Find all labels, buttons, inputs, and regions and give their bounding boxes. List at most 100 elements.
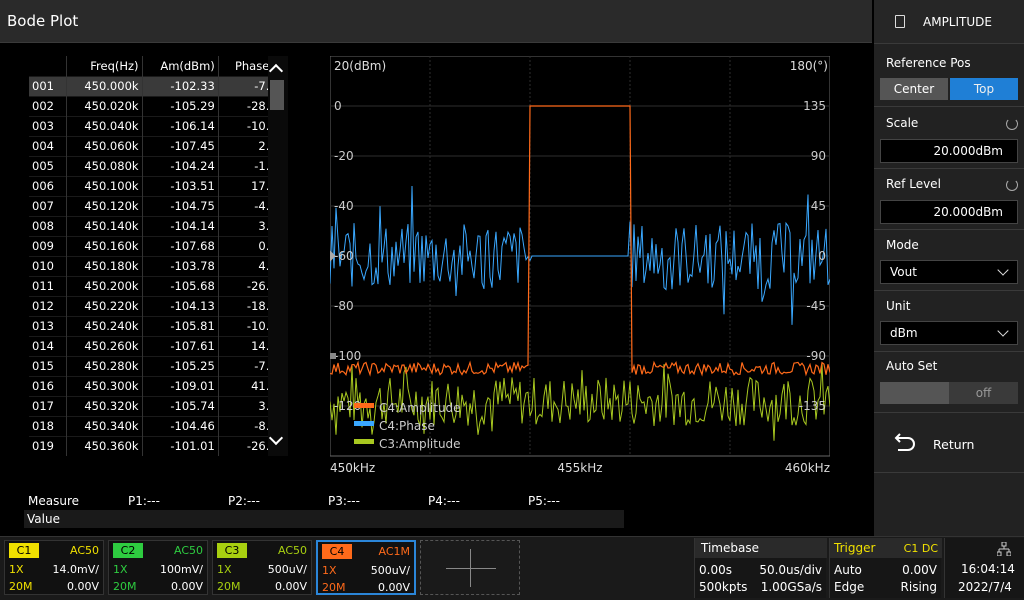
timebase-points: 500kpts	[699, 580, 748, 594]
channel-tag: C3	[217, 543, 247, 558]
left-tick-label: -80	[334, 299, 354, 313]
x-tick-label: 450kHz	[330, 461, 375, 475]
legend-swatch	[354, 439, 374, 444]
bode-chart[interactable]: 0 -20 -40 -60 -80 -100 -120 135 90 45 0 -45 -90 -135 2…	[324, 55, 831, 476]
clock-panel[interactable]: 16:04:14 2022/7/4	[944, 538, 1024, 598]
reset-icon[interactable]	[1006, 118, 1018, 130]
ref-top-button[interactable]: Top	[950, 78, 1018, 100]
channel-scale: 500uV/	[267, 563, 307, 576]
channel-probe: 1X	[9, 563, 24, 576]
title-bar: Bode Plot	[0, 0, 872, 43]
cell-index: 010	[29, 255, 67, 276]
cell-freq: 450.060k	[66, 135, 143, 156]
cell-index: 001	[29, 75, 67, 96]
scroll-up-icon[interactable]	[268, 63, 284, 79]
measure-p3: P3:---	[328, 494, 360, 508]
reset-icon[interactable]	[1006, 179, 1018, 191]
cell-index: 004	[29, 135, 67, 156]
cell-freq: 450.300k	[66, 375, 143, 396]
table-row[interactable]: 018450.340k-104.46-8.95	[29, 415, 289, 436]
channel-offset: 0.00V	[377, 581, 410, 594]
cell-freq: 450.320k	[66, 395, 143, 416]
table-row[interactable]: 012 450.220k -104.13 -18.46	[29, 295, 289, 316]
timebase-scale: 50.0us/div	[759, 563, 822, 577]
scroll-down-icon[interactable]	[268, 430, 284, 446]
channel-probe: 1X	[322, 564, 337, 577]
cell-freq: 450.220k	[66, 295, 143, 316]
return-button[interactable]: Return	[874, 420, 1024, 470]
table-row[interactable]: 010450.180k-103.784.20	[29, 255, 289, 276]
measure-label: Measure	[28, 494, 79, 508]
table-row[interactable]: 009450.160k-107.680.93	[29, 235, 289, 256]
measure-p2: P2:---	[228, 494, 260, 508]
table-row[interactable]: 014450.260k-107.6114.77	[29, 335, 289, 356]
table-scrollbar[interactable]	[268, 56, 288, 456]
mode-select[interactable]: Vout	[880, 260, 1018, 284]
table-row[interactable]: 019 450.360k -101.01 -26.86	[29, 435, 289, 456]
table-row[interactable]: 016450.300k-109.0141.99	[29, 375, 289, 396]
table-row[interactable]: 007450.120k-104.75-4.87	[29, 195, 289, 216]
trigger-panel[interactable]: Trigger C1 DC Auto 0.00V Edge Rising	[829, 538, 942, 598]
ref-center-button[interactable]: Center	[880, 78, 948, 100]
unit-label: Unit	[886, 299, 911, 313]
cell-index: 003	[29, 115, 67, 136]
measure-p4: P4:---	[428, 494, 460, 508]
autoset-toggle[interactable]: off	[880, 382, 1018, 404]
table-row[interactable]: 008450.140k-104.143.50	[29, 215, 289, 236]
cell-amp: -107.68	[142, 235, 219, 256]
timebase-header: Timebase	[695, 538, 827, 558]
cell-index: 015	[29, 355, 67, 376]
cell-freq: 450.240k	[66, 315, 143, 336]
channel-c3[interactable]: C3 AC50 1X 500uV/20M 0.00V	[212, 540, 312, 595]
channel-coupling: AC50	[69, 544, 99, 557]
ref-level-label: Ref Level	[886, 177, 941, 191]
table-row[interactable]: 011 450.200k -105.68 -26.70	[29, 275, 289, 296]
chevron-down-icon	[997, 325, 1009, 337]
table-row[interactable]: 015450.280k-105.25-7.50	[29, 355, 289, 376]
left-tick-label: -100	[334, 349, 361, 363]
cell-amp: -106.14	[142, 115, 219, 136]
left-tick-label: -60	[334, 249, 354, 263]
ref-level-field[interactable]: 20.000dBm	[880, 200, 1018, 224]
table-row[interactable]: 004450.060k-107.452.70	[29, 135, 289, 156]
right-tick-label: -45	[806, 299, 826, 313]
table-row[interactable]: 005450.080k-104.24-1.66	[29, 155, 289, 176]
bode-data-table[interactable]: Freq(Hz) Am(dBm) Phase(°) 001 450.000k -10…	[29, 56, 289, 456]
channel-c2[interactable]: C2 AC50 1X 100mV/20M 0.00V	[108, 540, 208, 595]
cell-index: 013	[29, 315, 67, 336]
table-row[interactable]: 002 450.020k -105.29 -28.54	[29, 95, 289, 116]
cell-amp: -105.68	[142, 275, 219, 296]
channel-bandwidth: 20M	[113, 580, 137, 593]
divider	[874, 290, 1024, 291]
table-row[interactable]: 013 450.240k -105.81 -10.73	[29, 315, 289, 336]
clock-time: 16:04:14	[961, 562, 1015, 576]
timebase-panel[interactable]: Timebase 0.00s 50.0us/div 500kpts 1.00GS…	[694, 538, 827, 598]
scale-field[interactable]: 20.000dBm	[880, 139, 1018, 163]
channel-coupling: AC1M	[378, 545, 410, 558]
table-row[interactable]: 006450.100k-103.5117.52	[29, 175, 289, 196]
cell-amp: -105.74	[142, 395, 219, 416]
table-row[interactable]: 001450.000k-102.33-7.41	[29, 75, 289, 96]
scroll-thumb[interactable]	[270, 80, 284, 110]
c4-amplitude-trace	[329, 105, 831, 377]
table-row[interactable]: 003 450.040k -106.14 -10.06	[29, 115, 289, 136]
cell-freq: 450.360k	[66, 435, 143, 456]
table-row[interactable]: 017450.320k-105.743.50	[29, 395, 289, 416]
channel-c4[interactable]: C4 AC1M 1X 500uV/20M 0.00V	[316, 540, 416, 595]
channel-scale: 500uV/	[370, 564, 410, 577]
channel-c1[interactable]: C1 AC50 1X 14.0mV/20M 0.00V	[4, 540, 104, 595]
cell-amp: -104.24	[142, 155, 219, 176]
cell-amp: -107.61	[142, 335, 219, 356]
cell-index: 009	[29, 235, 67, 256]
cell-index: 005	[29, 155, 67, 176]
cell-freq: 450.160k	[66, 235, 143, 256]
cell-amp: -104.13	[142, 295, 219, 316]
unit-select[interactable]: dBm	[880, 321, 1018, 345]
right-axis-title: 180(°)	[790, 59, 828, 73]
channel-bandwidth: 20M	[9, 580, 33, 593]
measure-value-row: Value	[24, 510, 624, 528]
document-icon	[895, 15, 905, 28]
plus-icon	[470, 549, 471, 587]
reference-pos-label: Reference Pos	[886, 56, 971, 70]
add-channel-button[interactable]	[420, 540, 520, 595]
